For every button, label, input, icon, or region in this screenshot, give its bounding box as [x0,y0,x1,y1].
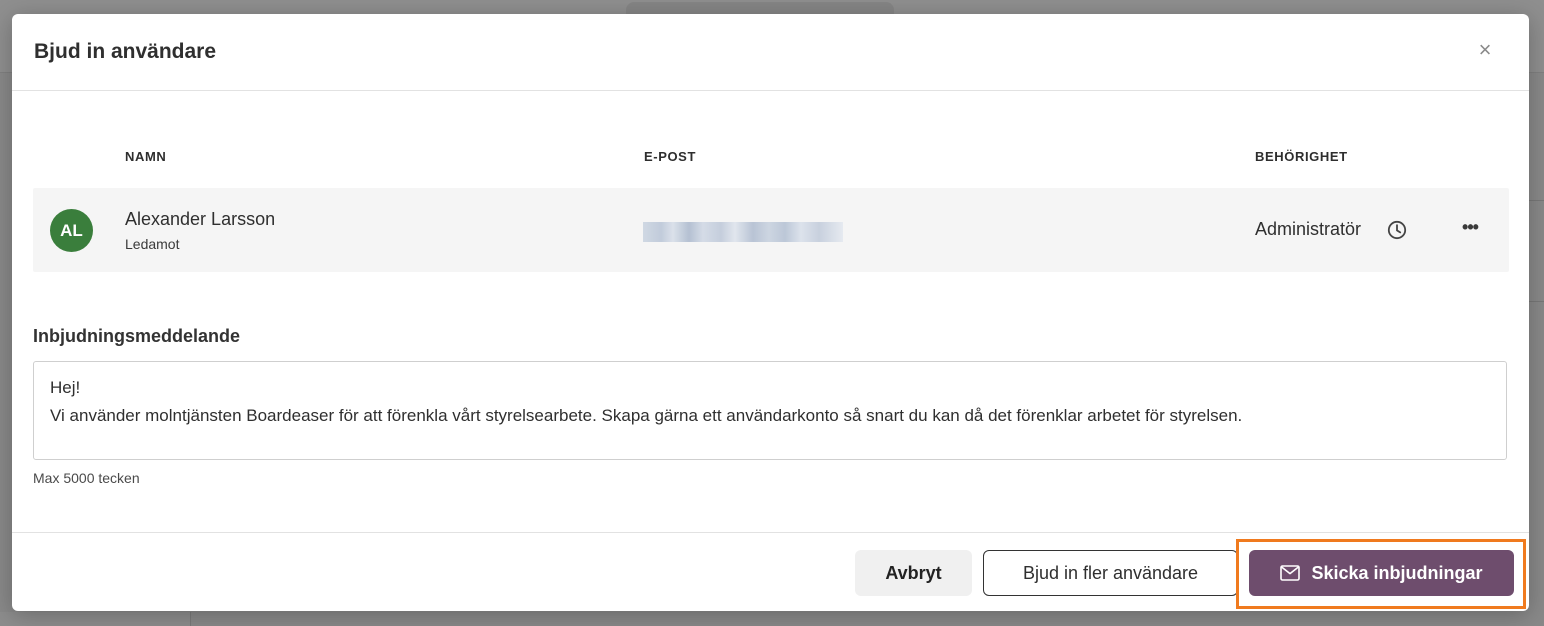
column-header-permission: BEHÖRIGHET [1255,149,1348,164]
user-role: Ledamot [125,236,180,252]
table-row: AL Alexander Larsson Ledamot Administrat… [33,188,1509,272]
cancel-button-label: Avbryt [885,562,942,583]
clock-icon[interactable] [1387,220,1407,240]
close-icon[interactable]: × [1475,39,1495,61]
send-invitations-button[interactable]: Skicka inbjudningar [1249,550,1514,596]
dialog-header: Bjud in användare × [12,14,1529,91]
avatar: AL [50,209,93,252]
email-redacted [643,222,843,242]
column-header-email: E-POST [644,149,696,164]
message-line-1: Hej! [50,378,81,397]
dialog-footer: Avbryt Bjud in fler användare Skicka inb… [12,532,1529,612]
invite-more-button-label: Bjud in fler användare [1022,562,1199,583]
send-invitations-button-label: Skicka inbjudningar [1311,562,1483,583]
cancel-button[interactable]: Avbryt [855,550,972,596]
column-header-name: NAMN [125,149,167,164]
user-name: Alexander Larsson [125,209,276,229]
permission-value: Administratör [1255,219,1362,239]
mail-icon [1280,565,1301,581]
dialog-title: Bjud in användare [34,40,217,63]
message-label: Inbjudningsmeddelande [33,326,241,346]
invite-users-dialog: Bjud in användare × NAMN E-POST BEHÖRIGH… [12,14,1529,611]
message-textarea[interactable]: Hej! Vi använder molntjänsten Boardeaser… [33,361,1507,460]
invite-more-button[interactable]: Bjud in fler användare [983,550,1238,596]
character-limit-hint: Max 5000 tecken [33,470,140,486]
more-options-icon[interactable]: ••• [1459,216,1481,238]
message-line-2: Vi använder molntjänsten Boardeaser för … [50,406,1243,425]
